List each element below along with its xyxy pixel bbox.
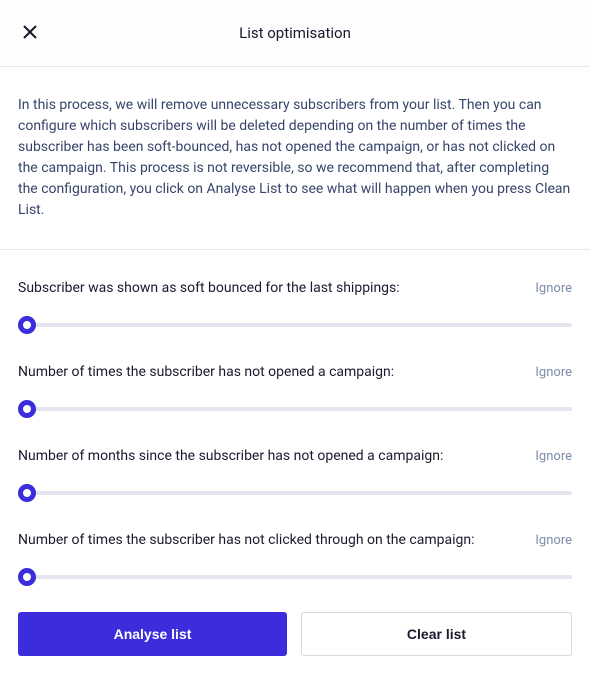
slider-not-opened-times[interactable]	[18, 400, 572, 418]
ignore-toggle[interactable]: Ignore	[535, 281, 572, 296]
dialog-body: Subscriber was shown as soft bounced for…	[0, 250, 590, 674]
criteria-label: Number of times the subscriber has not o…	[18, 364, 394, 380]
criteria-not-opened-times: Number of times the subscriber has not o…	[18, 334, 572, 418]
criteria-label: Subscriber was shown as soft bounced for…	[18, 280, 400, 296]
slider-thumb[interactable]	[18, 484, 36, 502]
criteria-head: Number of months since the subscriber ha…	[18, 448, 572, 464]
criteria-head: Number of times the subscriber has not o…	[18, 364, 572, 380]
slider-not-opened-months[interactable]	[18, 484, 572, 502]
dialog-header: List optimisation	[0, 0, 590, 67]
close-icon	[22, 24, 38, 40]
criteria-not-opened-months: Number of months since the subscriber ha…	[18, 418, 572, 502]
analyse-list-button[interactable]: Analyse list	[18, 612, 287, 656]
slider-thumb[interactable]	[18, 316, 36, 334]
ignore-toggle[interactable]: Ignore	[535, 533, 572, 548]
ignore-toggle[interactable]: Ignore	[535, 365, 572, 380]
dialog-footer: Analyse list Clear list	[18, 586, 572, 656]
slider-thumb[interactable]	[18, 400, 36, 418]
slider-track	[18, 575, 572, 579]
criteria-label: Number of times the subscriber has not c…	[18, 532, 475, 548]
ignore-toggle[interactable]: Ignore	[535, 449, 572, 464]
page-title: List optimisation	[239, 24, 351, 42]
criteria-soft-bounce: Subscriber was shown as soft bounced for…	[18, 250, 572, 334]
slider-track	[18, 491, 572, 495]
criteria-label: Number of months since the subscriber ha…	[18, 448, 443, 464]
slider-track	[18, 323, 572, 327]
criteria-head: Number of times the subscriber has not c…	[18, 532, 572, 548]
clear-list-button[interactable]: Clear list	[301, 612, 572, 656]
criteria-not-clicked: Number of times the subscriber has not c…	[18, 502, 572, 586]
criteria-head: Subscriber was shown as soft bounced for…	[18, 280, 572, 296]
slider-soft-bounce[interactable]	[18, 316, 572, 334]
slider-thumb[interactable]	[18, 568, 36, 586]
intro-text: In this process, we will remove unnecess…	[0, 67, 590, 250]
slider-not-clicked[interactable]	[18, 568, 572, 586]
slider-track	[18, 407, 572, 411]
close-button[interactable]	[20, 22, 40, 42]
